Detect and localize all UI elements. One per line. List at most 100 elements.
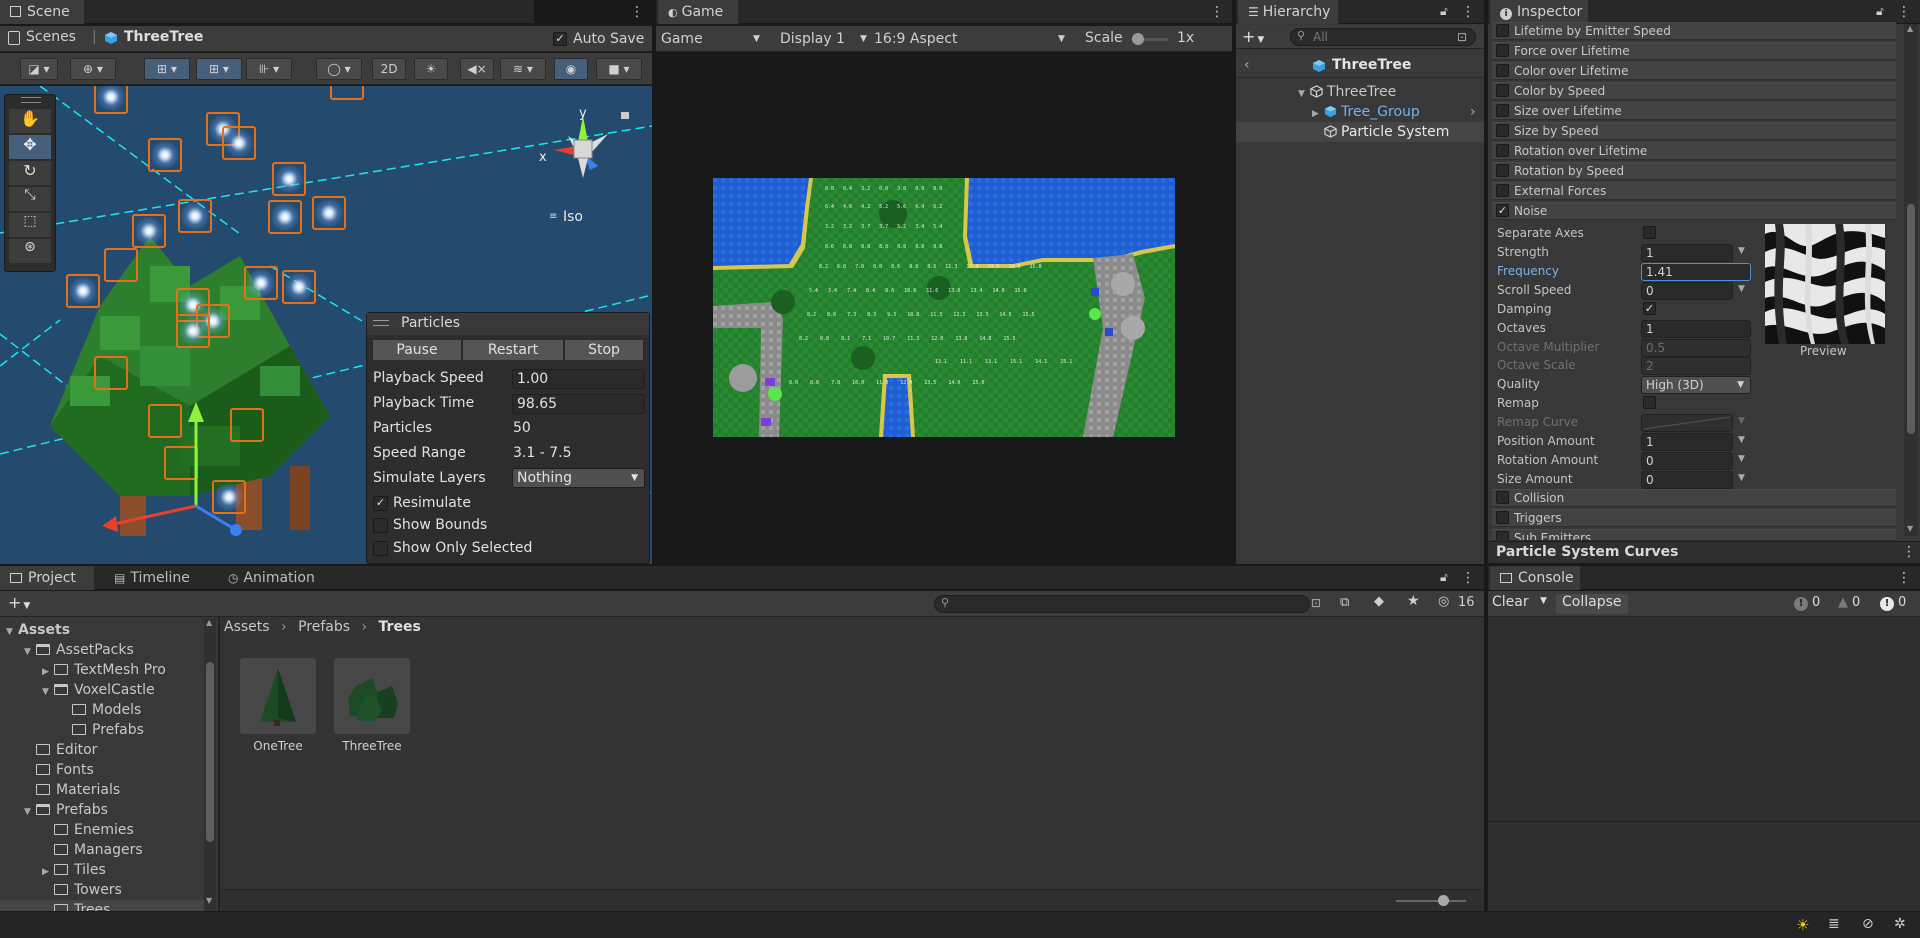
folder-tree-item[interactable]: ▼ AssetPacks xyxy=(0,640,204,660)
log-filter-button[interactable]: ! 0 xyxy=(1794,595,1832,613)
network-status-icon[interactable]: ⊘ xyxy=(1862,916,1874,932)
remap-curve-field[interactable] xyxy=(1641,414,1733,432)
2d-toggle-button[interactable]: 2D xyxy=(372,58,406,80)
module-checkbox[interactable] xyxy=(1496,124,1509,137)
camera-settings-button[interactable]: ■ ▾ xyxy=(596,58,642,80)
module-rotation-by-speed[interactable]: Rotation by Speed xyxy=(1492,162,1896,180)
octaves-field[interactable]: 1 xyxy=(1641,320,1751,338)
module-force-over-lifetime[interactable]: Force over Lifetime xyxy=(1492,42,1896,60)
grid-snap-button[interactable]: ⊞ ▾ xyxy=(144,58,190,80)
move-tool[interactable]: ✥ xyxy=(9,135,51,159)
octave-scale-field[interactable]: 2 xyxy=(1641,357,1751,375)
scenes-link[interactable]: Scenes xyxy=(26,29,76,45)
module-external-forces[interactable]: External Forces xyxy=(1492,182,1896,200)
rotation-amount-field[interactable]: 0 xyxy=(1641,452,1733,470)
tab-timeline[interactable]: ▤ Timeline xyxy=(104,566,204,590)
hierarchy-lock-icon[interactable]: 🔓︎ xyxy=(1440,4,1452,18)
module-color-by-speed[interactable]: Color by Speed xyxy=(1492,82,1896,100)
size-amount-field[interactable]: 0 xyxy=(1641,471,1733,489)
draw-mode-button[interactable]: ◪ ▾ xyxy=(20,58,58,80)
move-gizmo[interactable] xyxy=(100,396,250,556)
folder-tree-item[interactable]: Prefabs xyxy=(0,720,204,740)
error-filter-button[interactable]: ! 0 xyxy=(1880,595,1918,613)
scroll-up-icon[interactable]: ▲ xyxy=(1907,24,1913,33)
hierarchy-menu-icon[interactable]: ⋮ xyxy=(1461,4,1475,20)
scene-menu-icon[interactable]: ⋮ xyxy=(630,4,644,20)
playback-speed-field[interactable]: 1.00 xyxy=(512,369,645,389)
create-asset-button[interactable]: + ▼ xyxy=(8,593,30,612)
tab-animation[interactable]: ◷ Animation xyxy=(218,566,328,590)
module-checkbox[interactable] xyxy=(1496,104,1509,117)
clear-button[interactable]: Clear ▼ xyxy=(1490,594,1550,614)
curve-dropdown-icon[interactable]: ▼ xyxy=(1738,473,1745,483)
collapsed-triangle-icon[interactable]: ▶ xyxy=(42,662,54,682)
search-filter-icon[interactable]: ⊡ xyxy=(1311,596,1321,610)
restart-button[interactable]: Restart xyxy=(462,339,564,361)
module-size-over-lifetime[interactable]: Size over Lifetime xyxy=(1492,102,1896,120)
module-checkbox[interactable] xyxy=(1496,184,1509,197)
tab-inspector[interactable]: i Inspector xyxy=(1490,0,1588,24)
expand-triangle-icon[interactable]: ▼ xyxy=(42,682,54,702)
folder-tree-item[interactable]: Enemies xyxy=(0,820,204,840)
vertex-snap-button[interactable]: ⊪ ▾ xyxy=(246,58,292,80)
search-filter-icon[interactable]: ⊡ xyxy=(1457,30,1467,44)
project-search-input[interactable]: ⚲ ⊡ xyxy=(934,595,1321,613)
damping-checkbox[interactable]: ✓ xyxy=(1643,302,1656,315)
simulate-layers-dropdown[interactable]: Nothing ▼ xyxy=(512,468,645,488)
octave-multiplier-field[interactable]: 0.5 xyxy=(1641,339,1751,357)
module-checkbox[interactable]: ✓ xyxy=(1496,204,1509,217)
project-lock-icon[interactable]: 🔓︎ xyxy=(1440,570,1452,584)
module-lifetime-by-emitter-speed[interactable]: Lifetime by Emitter Speed xyxy=(1492,22,1896,40)
folder-tree-item[interactable]: ▼ Prefabs xyxy=(0,800,204,820)
module-checkbox[interactable] xyxy=(1496,24,1509,37)
folder-tree-item[interactable]: Fonts xyxy=(0,760,204,780)
module-checkbox[interactable] xyxy=(1496,64,1509,77)
increment-snap-button[interactable]: ⊞ ▾ xyxy=(196,58,242,80)
folder-tree-item[interactable]: ▶ Tiles xyxy=(0,860,204,880)
curve-dropdown-icon[interactable]: ▼ xyxy=(1738,284,1745,294)
collapsed-triangle-icon[interactable]: ▶ xyxy=(1312,104,1324,124)
folder-tree-item[interactable]: ▼ VoxelCastle xyxy=(0,680,204,700)
inspector-menu-icon[interactable]: ⋮ xyxy=(1897,4,1911,20)
console-menu-icon[interactable]: ⋮ xyxy=(1897,570,1911,586)
module-collision[interactable]: Collision xyxy=(1492,489,1896,507)
expand-triangle-icon[interactable]: ▼ xyxy=(24,802,36,822)
inspector-scrollbar-thumb[interactable] xyxy=(1907,204,1915,434)
module-rotation-over-lifetime[interactable]: Rotation over Lifetime xyxy=(1492,142,1896,160)
breadcrumb-object[interactable]: ThreeTree xyxy=(124,29,203,45)
filter-by-type-icon[interactable]: ⧉ xyxy=(1340,595,1349,610)
show-only-selected-checkbox[interactable] xyxy=(373,541,388,556)
module-checkbox[interactable] xyxy=(1496,84,1509,97)
hierarchy-item-tree-group[interactable]: ▶ Tree_Group › xyxy=(1236,102,1484,122)
folder-tree-item[interactable]: ▶ TextMesh Pro xyxy=(0,660,204,680)
curves-header[interactable]: Particle System Curves ⋮ xyxy=(1488,541,1920,563)
expand-triangle-icon[interactable]: ▼ xyxy=(6,622,18,642)
frequency-field[interactable]: 1.41 xyxy=(1641,263,1751,281)
collapse-button[interactable]: Collapse xyxy=(1556,594,1628,614)
folder-tree-item[interactable]: Towers xyxy=(0,880,204,900)
module-triggers[interactable]: Triggers xyxy=(1492,509,1896,527)
hidden-packages-icon[interactable]: ◎ xyxy=(1438,594,1449,609)
filter-by-label-icon[interactable]: ◆ xyxy=(1374,594,1384,609)
tab-console[interactable]: Console xyxy=(1490,566,1580,590)
auto-save-checkbox[interactable]: ✓ xyxy=(553,32,567,46)
audio-toggle-button[interactable]: ◀× xyxy=(460,58,494,80)
scale-tool[interactable]: ⤡ xyxy=(9,187,51,211)
module-checkbox[interactable] xyxy=(1496,511,1509,524)
display-dropdown[interactable]: Display 1 ▼ xyxy=(780,29,870,49)
folder-tree-item[interactable]: Managers xyxy=(0,840,204,860)
asset-item-onetree[interactable]: OneTree xyxy=(240,658,316,756)
hierarchy-item-threetree[interactable]: ▼ ThreeTree xyxy=(1236,82,1484,102)
scene-visibility-button[interactable]: ◉ xyxy=(554,58,588,80)
curve-dropdown-icon[interactable]: ▼ xyxy=(1738,435,1745,445)
collapsed-triangle-icon[interactable]: ▶ xyxy=(42,862,54,882)
module-color-over-lifetime[interactable]: Color over Lifetime xyxy=(1492,62,1896,80)
curves-menu-icon[interactable]: ⋮ xyxy=(1902,544,1916,560)
breadcrumb-trees[interactable]: Trees xyxy=(379,619,421,635)
curve-dropdown-icon[interactable]: ▼ xyxy=(1738,454,1745,464)
resimulate-checkbox[interactable]: ✓ xyxy=(373,496,388,511)
lighting-progress-icon[interactable]: ☀ xyxy=(1796,916,1809,934)
scroll-speed-field[interactable]: 0 xyxy=(1641,282,1733,300)
hierarchy-item-particle-system[interactable]: Particle System xyxy=(1236,122,1484,142)
project-menu-icon[interactable]: ⋮ xyxy=(1461,570,1475,586)
